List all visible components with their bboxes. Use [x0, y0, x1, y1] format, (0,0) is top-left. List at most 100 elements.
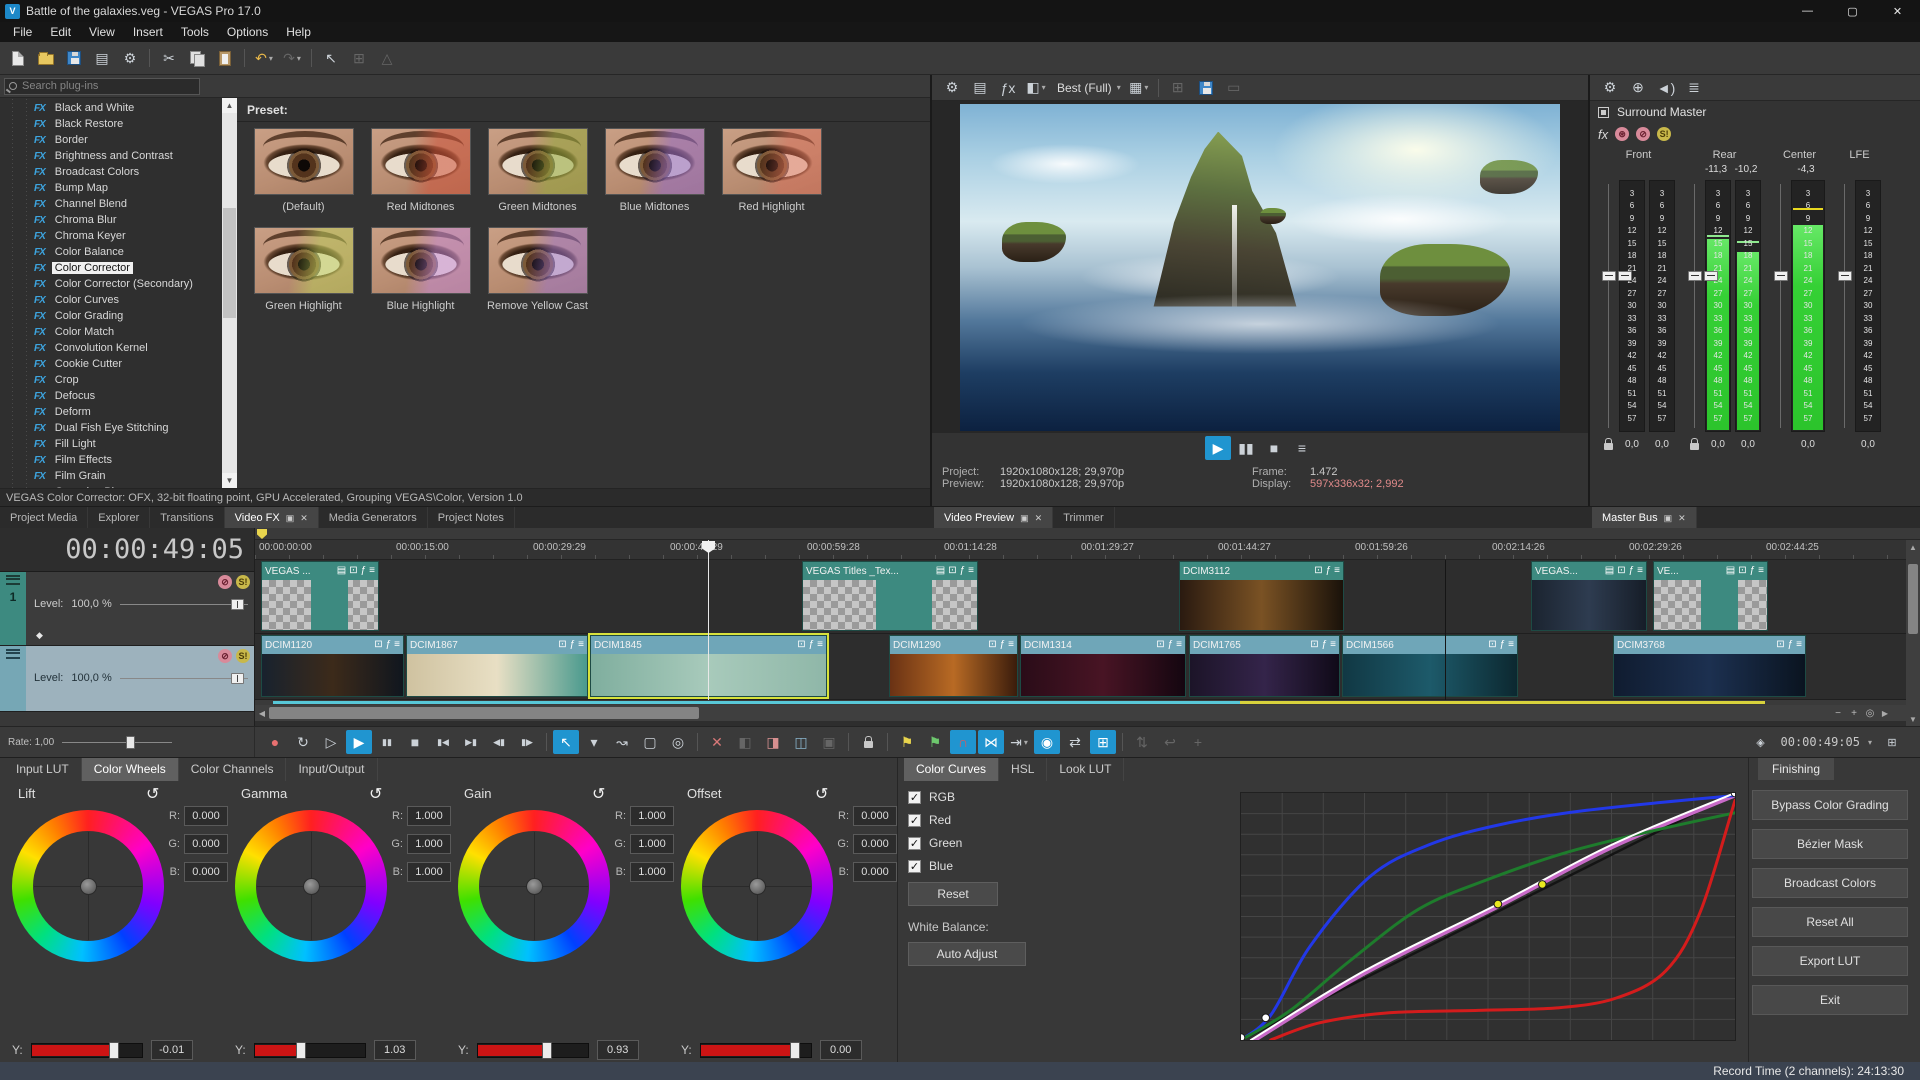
offset-r-value[interactable]: 0.000	[853, 806, 897, 826]
restore-icon[interactable]: ▣	[1020, 513, 1029, 524]
lift-y-handle[interactable]	[109, 1041, 120, 1059]
fx-plugin-item[interactable]: FX Black and White	[0, 100, 222, 116]
b-zier-mask-button[interactable]: Bézier Mask	[1752, 829, 1908, 859]
fx-plugin-item[interactable]: FX Color Curves	[0, 292, 222, 308]
fx-plugin-item[interactable]: FX Color Corrector (Secondary)	[0, 276, 222, 292]
render-as-button[interactable]: ▤	[89, 46, 115, 70]
stop-button[interactable]: ■	[402, 730, 428, 754]
scroll-right-icon[interactable]: ▶	[1878, 705, 1892, 721]
offset-y-handle[interactable]	[790, 1041, 801, 1059]
fx-plugin-item[interactable]: FX Black Restore	[0, 116, 222, 132]
fx-plugin-item[interactable]: FX Color Grading	[0, 308, 222, 324]
horizontal-scrollbar[interactable]: ◀ − + ◎ ▶	[255, 705, 1906, 721]
crop-icon[interactable]: ⊡	[1488, 640, 1496, 650]
level-slider[interactable]	[119, 672, 248, 684]
tab-color-channels[interactable]: Color Channels	[179, 758, 287, 781]
crop-icon[interactable]: ⊡	[797, 640, 805, 650]
fx-plugin-item[interactable]: FX Dual Fish Eye Stitching	[0, 420, 222, 436]
fx-icon[interactable]: ƒ	[960, 566, 966, 576]
gamma-wheel-puck[interactable]	[302, 877, 320, 895]
dim-output-button[interactable]: ◄)	[1653, 76, 1679, 100]
fader-handle[interactable]	[1774, 270, 1788, 281]
new-project-button[interactable]	[5, 46, 31, 70]
close-icon[interactable]: ✕	[1035, 513, 1043, 524]
preset-item[interactable]: Remove Yellow Cast	[479, 227, 596, 312]
fx-plugin-item[interactable]: FX Broadcast Colors	[0, 164, 222, 180]
fx-plugin-item[interactable]: FX Color Balance	[0, 244, 222, 260]
normal-edit-tool-button[interactable]: ↖	[553, 730, 579, 754]
menu-icon[interactable]: ≡	[1796, 640, 1802, 650]
timeline-clip[interactable]: DCIM1314 ⊡ ƒ ≡	[1020, 635, 1186, 697]
gamma-b-value[interactable]: 1.000	[407, 862, 451, 882]
overlay-grid-button[interactable]: ▦ ▾	[1126, 76, 1152, 100]
record-button[interactable]: ●	[262, 730, 288, 754]
preview-quality-button[interactable]: Best (Full) ▾	[1051, 76, 1124, 100]
gain-y-slider[interactable]	[476, 1041, 589, 1059]
gain-b-value[interactable]: 1.000	[630, 862, 674, 882]
loop-region[interactable]	[1240, 701, 1765, 704]
gain-y-value[interactable]: 0.93	[596, 1040, 639, 1060]
checkbox-green[interactable]: ✓	[908, 836, 921, 850]
cursor-time-value[interactable]: 00:00:49:05	[1781, 735, 1860, 749]
play-from-start-button[interactable]: ▷	[318, 730, 344, 754]
timeline-clip[interactable]: DCIM1566 ⊡ ƒ ≡	[1342, 635, 1518, 697]
video-track-1[interactable]: VEGAS ... ▤ ⊡ ƒ ≡ VEGAS Titles _Tex... ▤ ⊡ ƒ ≡ DCI…	[255, 560, 1920, 634]
fader-value[interactable]: 0,0	[1855, 439, 1881, 450]
crop-icon[interactable]: ⊡	[1156, 640, 1164, 650]
channel-red[interactable]: ✓ Red	[908, 813, 1038, 827]
crop-icon[interactable]: ⊡	[988, 640, 996, 650]
menu-file[interactable]: File	[4, 23, 41, 41]
fx-icon[interactable]: ƒ	[1788, 640, 1794, 650]
fx-icon[interactable]: ƒ	[1322, 640, 1328, 650]
loop-playback-button[interactable]: ↻	[290, 730, 316, 754]
lift-y-value[interactable]: -0.01	[150, 1040, 193, 1060]
menu-icon[interactable]: ≡	[1176, 640, 1182, 650]
fx-plugin-item[interactable]: FX Color Match	[0, 324, 222, 340]
close-button[interactable]: ✕	[1875, 0, 1920, 22]
fx-plugin-item[interactable]: FX Deform	[0, 404, 222, 420]
preset-item[interactable]: Red Highlight	[713, 128, 830, 213]
gain-color-wheel[interactable]	[458, 810, 610, 962]
gamma-color-wheel[interactable]	[235, 810, 387, 962]
close-icon[interactable]: ✕	[1678, 513, 1686, 524]
lift-g-value[interactable]: 0.000	[184, 834, 228, 854]
gain-wheel-puck[interactable]	[525, 877, 543, 895]
fx-plugin-item[interactable]: FX Brightness and Contrast	[0, 148, 222, 164]
insert-marker-button[interactable]: ⚑	[922, 730, 948, 754]
selection-edit-tool-button[interactable]: ▢	[637, 730, 663, 754]
lift-y-slider[interactable]	[30, 1041, 143, 1059]
marker-bar[interactable]	[255, 528, 1920, 540]
group-events-button[interactable]: ⊞	[1090, 730, 1116, 754]
fader-handle[interactable]	[1618, 270, 1632, 281]
hscroll-thumb[interactable]	[269, 707, 699, 719]
timeline-clip[interactable]: DCIM1765 ⊡ ƒ ≡	[1189, 635, 1340, 697]
menu-icon[interactable]: ≡	[369, 566, 375, 576]
fx-icon[interactable]: ƒ	[1500, 640, 1506, 650]
tab-input-output[interactable]: Input/Output	[286, 758, 378, 781]
rate-slider[interactable]	[62, 735, 173, 749]
scroll-left-icon[interactable]: ◀	[255, 705, 269, 721]
fx-plugin-item[interactable]: FX Film Effects	[0, 452, 222, 468]
menu-icon[interactable]: ≡	[1637, 566, 1643, 576]
lift-reset-button[interactable]: ↺	[146, 784, 159, 804]
bus-properties-button[interactable]: ⚙	[1597, 76, 1623, 100]
checkbox-rgb[interactable]: ✓	[908, 790, 921, 804]
gamma-y-handle[interactable]	[295, 1041, 306, 1059]
timeline-clip[interactable]: VEGAS... ▤ ⊡ ƒ ≡	[1531, 561, 1647, 631]
search-input[interactable]	[22, 80, 182, 92]
fader-value[interactable]: 0,0	[1619, 439, 1645, 450]
gamma-g-value[interactable]: 1.000	[407, 834, 451, 854]
reset-curves-button[interactable]: Reset	[908, 882, 998, 906]
preview-stop-button[interactable]: ■	[1261, 436, 1287, 460]
tab-color-wheels[interactable]: Color Wheels	[81, 758, 179, 781]
fader-handle[interactable]	[1704, 270, 1718, 281]
bus-fader[interactable]	[1838, 180, 1852, 432]
tab-explorer[interactable]: Explorer	[88, 507, 151, 529]
fx-icon[interactable]: ƒ	[361, 566, 367, 576]
level-slider-handle[interactable]	[231, 672, 244, 684]
menu-tools[interactable]: Tools	[172, 23, 218, 41]
split-events-button[interactable]: ◫	[788, 730, 814, 754]
mute-button[interactable]: ⊘	[218, 649, 232, 663]
menu-insert[interactable]: Insert	[124, 23, 172, 41]
play-button[interactable]: ▶	[346, 730, 372, 754]
